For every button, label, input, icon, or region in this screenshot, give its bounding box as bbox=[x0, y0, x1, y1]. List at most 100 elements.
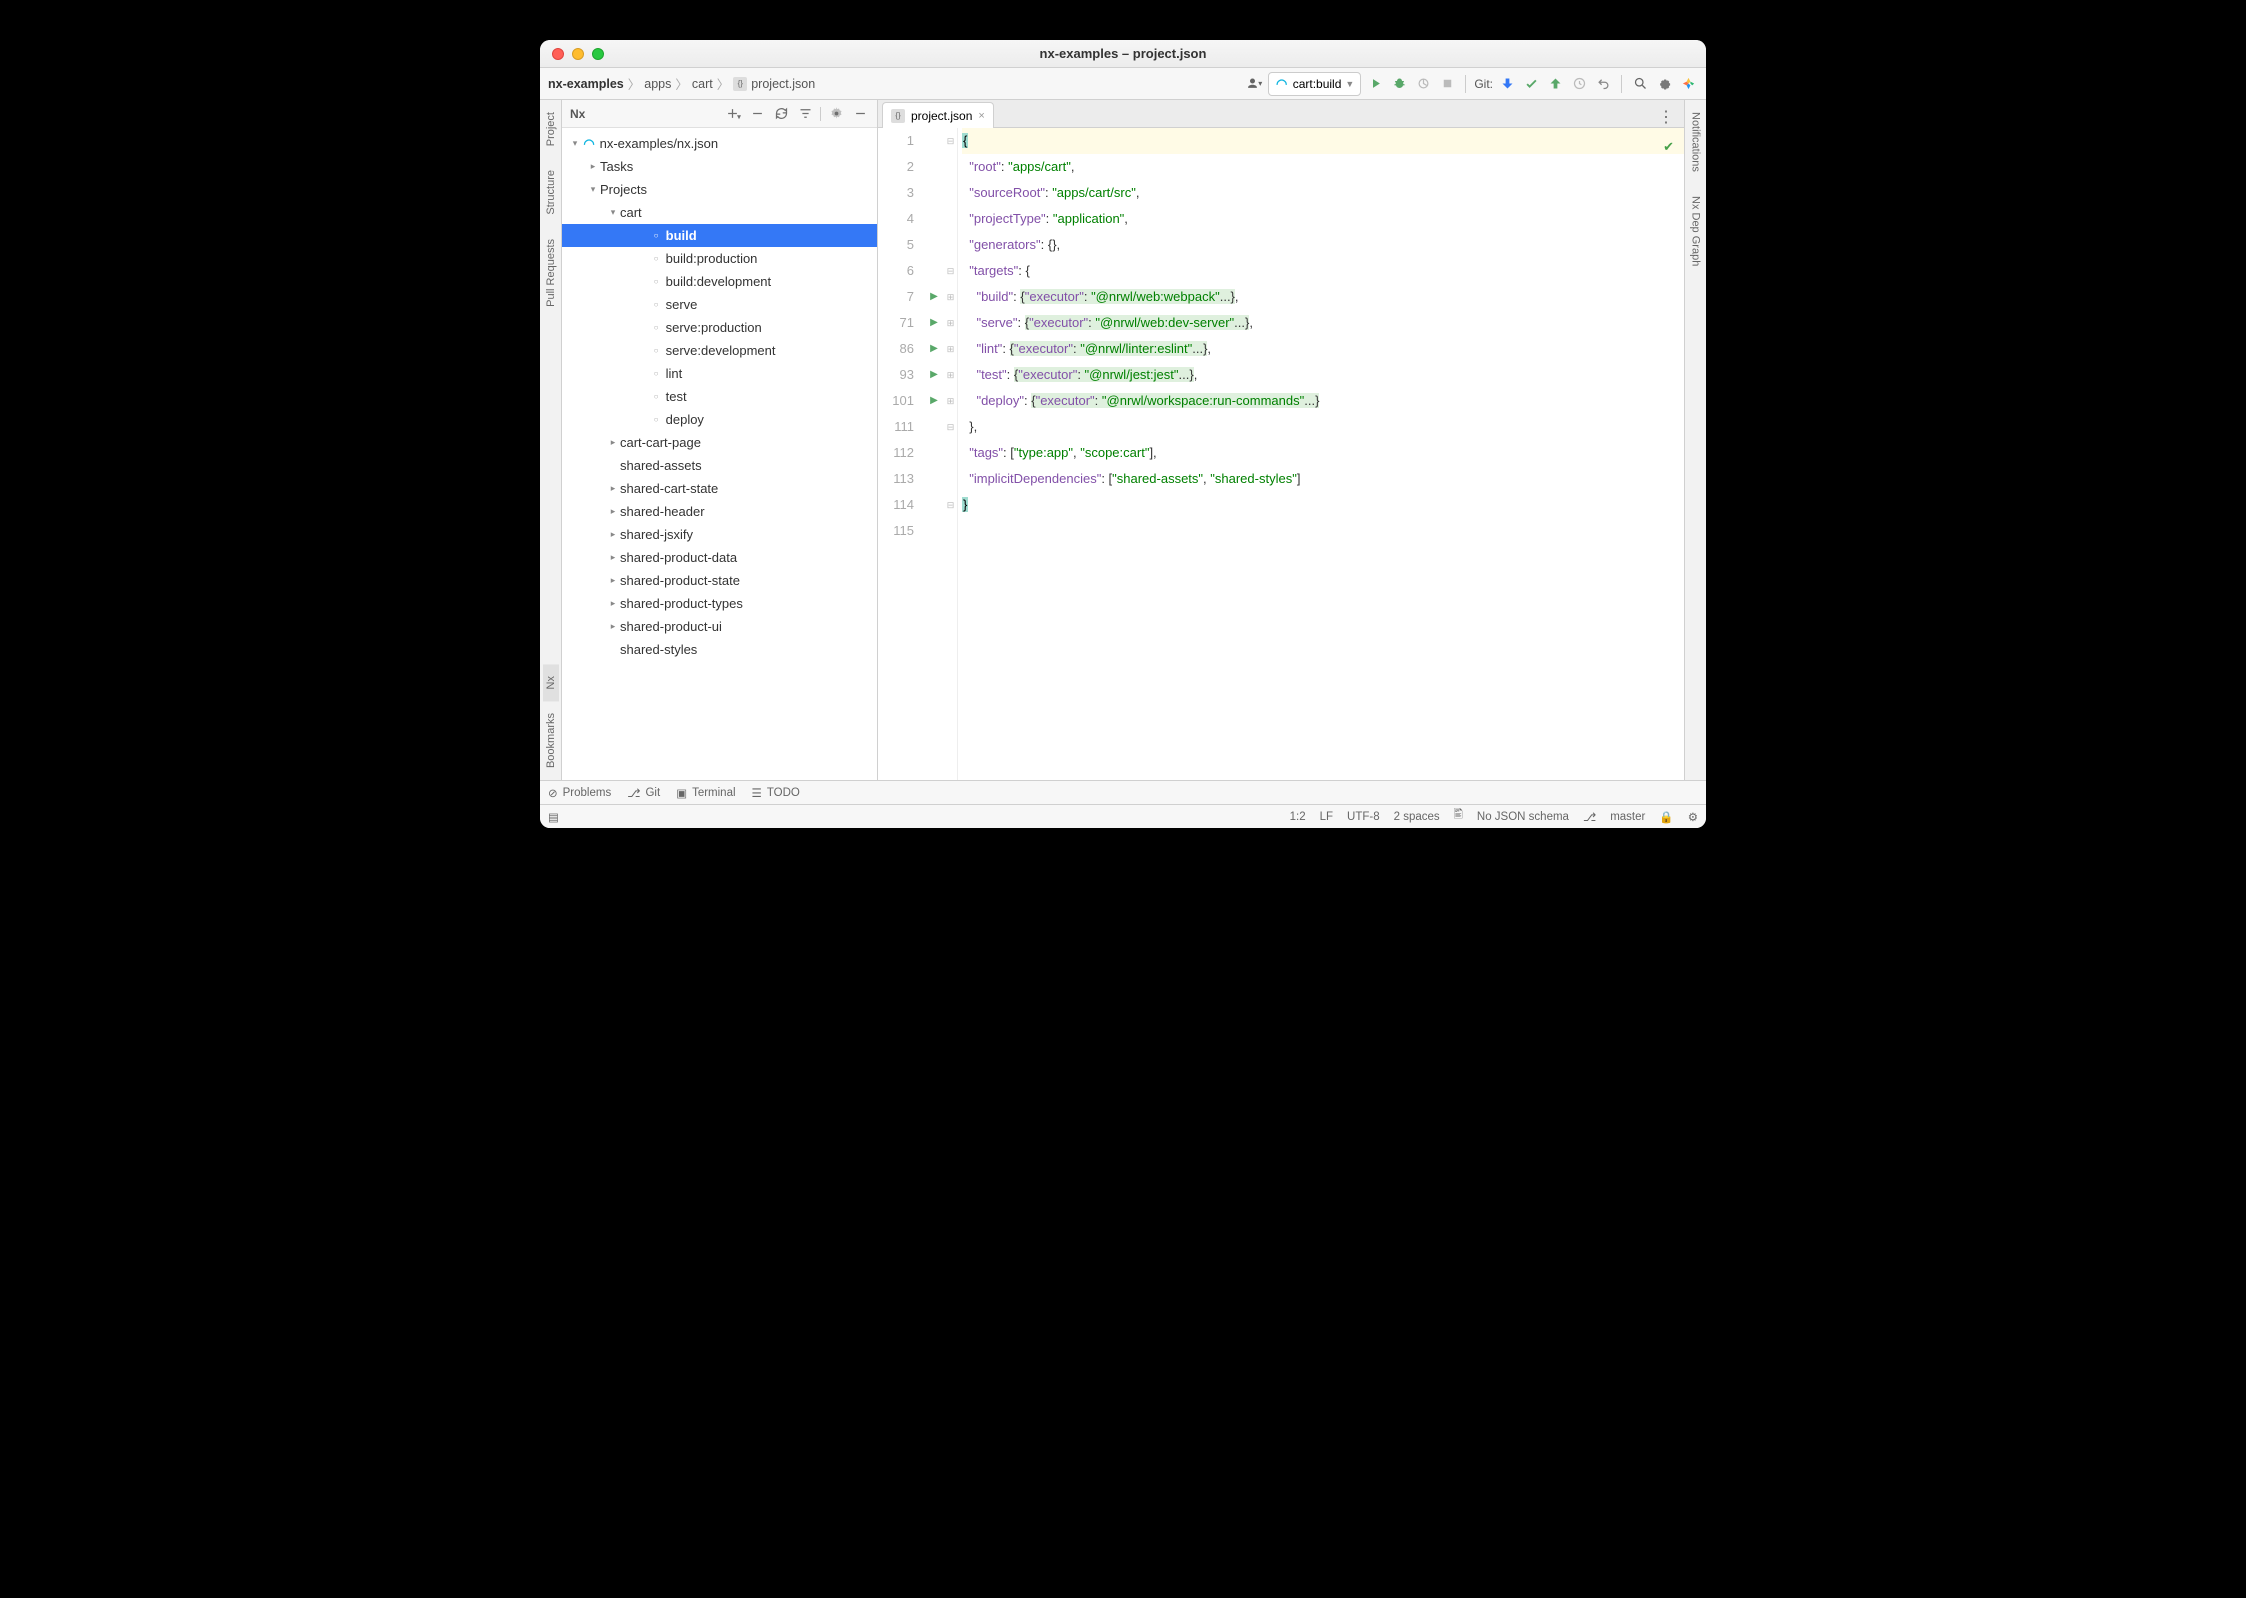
tree-target[interactable]: ○ test bbox=[562, 385, 877, 408]
run-gutter-icon[interactable]: ▶ bbox=[924, 336, 944, 362]
breadcrumb-root[interactable]: nx-examples bbox=[548, 77, 624, 91]
tree-target[interactable]: ○ build:production bbox=[562, 247, 877, 270]
status-indent[interactable]: 2 spaces bbox=[1394, 811, 1440, 823]
code-content[interactable]: { "root": "apps/cart", "sourceRoot": "ap… bbox=[958, 128, 1684, 780]
user-icon[interactable]: ▾ bbox=[1244, 74, 1264, 94]
status-line-sep[interactable]: LF bbox=[1320, 811, 1333, 823]
git-label: Git: bbox=[1474, 77, 1493, 91]
run-gutter-icon[interactable]: ▶ bbox=[924, 362, 944, 388]
minimize-tool-icon[interactable] bbox=[851, 105, 869, 123]
code-editor[interactable]: 1234567718693101111112113114115 ▶ ▶ ▶ ▶ … bbox=[878, 128, 1684, 780]
quick-list-icon[interactable]: ▤ bbox=[548, 810, 559, 824]
search-icon[interactable] bbox=[1630, 74, 1650, 94]
rail-tab-nx[interactable]: Nx bbox=[543, 664, 559, 701]
tree-target[interactable]: ○ serve bbox=[562, 293, 877, 316]
run-config-selector[interactable]: cart:build ▼ bbox=[1268, 72, 1362, 96]
tree-project[interactable]: ▸shared-product-types bbox=[562, 592, 877, 615]
run-gutter-icon[interactable]: ▶ bbox=[924, 284, 944, 310]
rollback-icon[interactable] bbox=[1593, 74, 1613, 94]
tab-label: project.json bbox=[911, 109, 972, 123]
filter-icon[interactable] bbox=[796, 105, 814, 123]
breadcrumb-item[interactable]: apps bbox=[644, 77, 671, 91]
status-branch[interactable]: master bbox=[1610, 811, 1645, 823]
tab-git[interactable]: ⎇Git bbox=[627, 786, 660, 800]
breadcrumb-file[interactable]: project.json bbox=[751, 77, 815, 91]
vcs-commit-icon[interactable] bbox=[1521, 74, 1541, 94]
tool-window-title: Nx bbox=[570, 107, 585, 121]
tree-tasks[interactable]: ▸Tasks bbox=[562, 155, 877, 178]
project-tree[interactable]: ▾ nx-examples/nx.json ▸Tasks ▾Projects ▾… bbox=[562, 128, 877, 780]
breadcrumb[interactable]: nx-examples 〉 apps 〉 cart 〉 project.json bbox=[548, 74, 815, 93]
tab-todo[interactable]: ☰TODO bbox=[752, 786, 800, 800]
vcs-push-icon[interactable] bbox=[1545, 74, 1565, 94]
sync-icon[interactable]: ⚙ bbox=[1688, 810, 1698, 824]
rail-tab-bookmarks[interactable]: Bookmarks bbox=[543, 701, 559, 780]
run-icon[interactable] bbox=[1365, 74, 1385, 94]
coverage-icon[interactable] bbox=[1413, 74, 1433, 94]
editor-area: project.json × ⋮ 12345677186931011111121… bbox=[878, 100, 1684, 780]
tree-target[interactable]: ○ deploy bbox=[562, 408, 877, 431]
run-gutter-icon[interactable]: ▶ bbox=[924, 388, 944, 414]
tab-more-icon[interactable]: ⋮ bbox=[1648, 107, 1684, 127]
gutter-run-icons: ▶ ▶ ▶ ▶ ▶ bbox=[924, 128, 944, 780]
tree-target[interactable]: ○ lint bbox=[562, 362, 877, 385]
tree-target[interactable]: ○ serve:production bbox=[562, 316, 877, 339]
json-file-icon bbox=[733, 77, 747, 91]
gutter-line-numbers: 1234567718693101111112113114115 bbox=[878, 128, 924, 780]
left-tool-rail: Project Structure Pull Requests Nx Bookm… bbox=[540, 100, 562, 780]
ide-window: nx-examples – project.json nx-examples 〉… bbox=[540, 40, 1706, 828]
navbar: nx-examples 〉 apps 〉 cart 〉 project.json… bbox=[540, 68, 1706, 100]
right-tool-rail: Notifications Nx Dep Graph bbox=[1684, 100, 1706, 780]
tree-target[interactable]: ○ serve:development bbox=[562, 339, 877, 362]
main-area: Project Structure Pull Requests Nx Bookm… bbox=[540, 100, 1706, 780]
settings-icon[interactable] bbox=[1654, 74, 1674, 94]
status-encoding[interactable]: UTF-8 bbox=[1347, 811, 1380, 823]
rail-tab-nx-dep-graph[interactable]: Nx Dep Graph bbox=[1688, 184, 1704, 278]
rail-tab-project[interactable]: Project bbox=[543, 100, 559, 158]
tree-project[interactable]: ▸shared-cart-state bbox=[562, 477, 877, 500]
breadcrumb-item[interactable]: cart bbox=[692, 77, 713, 91]
tree-root[interactable]: ▾ nx-examples/nx.json bbox=[562, 132, 877, 155]
remove-icon[interactable] bbox=[748, 105, 766, 123]
rail-tab-notifications[interactable]: Notifications bbox=[1688, 100, 1704, 184]
refresh-icon[interactable] bbox=[772, 105, 790, 123]
status-schema[interactable]: No JSON schema bbox=[1477, 811, 1569, 823]
nx-icon bbox=[1275, 77, 1289, 91]
history-icon[interactable] bbox=[1569, 74, 1589, 94]
fold-strip[interactable]: ⊟⊟ ⊞⊞⊞⊞⊞ ⊟⊟ bbox=[944, 128, 958, 780]
add-icon[interactable]: ▾ bbox=[724, 105, 742, 123]
tree-project[interactable]: ▸shared-product-state bbox=[562, 569, 877, 592]
json-file-icon bbox=[891, 109, 905, 123]
nx-tool-window: Nx ▾ ▾ nx-examples/nx.json ▸Tasks ▾Proje… bbox=[562, 100, 878, 780]
run-gutter-icon[interactable]: ▶ bbox=[924, 310, 944, 336]
lock-icon[interactable]: 🔒 bbox=[1659, 810, 1673, 824]
vcs-update-icon[interactable] bbox=[1497, 74, 1517, 94]
ide-logo-icon[interactable] bbox=[1678, 74, 1698, 94]
editor-tab[interactable]: project.json × bbox=[882, 102, 994, 128]
rail-tab-pull-requests[interactable]: Pull Requests bbox=[543, 227, 559, 319]
rail-tab-structure[interactable]: Structure bbox=[543, 158, 559, 227]
tree-project[interactable]: shared-assets bbox=[562, 454, 877, 477]
tree-project[interactable]: ▸shared-product-data bbox=[562, 546, 877, 569]
nx-icon bbox=[582, 137, 596, 151]
tree-project[interactable]: ▸shared-header bbox=[562, 500, 877, 523]
debug-icon[interactable] bbox=[1389, 74, 1409, 94]
tab-problems[interactable]: ⊘Problems bbox=[548, 786, 611, 800]
inspection-ok-icon[interactable]: ✔ bbox=[1663, 134, 1674, 160]
tab-terminal[interactable]: ▣Terminal bbox=[676, 786, 735, 800]
tree-target-build[interactable]: ○ build bbox=[562, 224, 877, 247]
close-tab-icon[interactable]: × bbox=[978, 110, 984, 122]
tree-project[interactable]: shared-styles bbox=[562, 638, 877, 661]
branch-icon: ⎇ bbox=[1583, 810, 1596, 824]
tree-target[interactable]: ○ build:development bbox=[562, 270, 877, 293]
tree-projects[interactable]: ▾Projects bbox=[562, 178, 877, 201]
tool-window-header: Nx ▾ bbox=[562, 100, 877, 128]
tree-cart[interactable]: ▾cart bbox=[562, 201, 877, 224]
tree-project[interactable]: ▸shared-product-ui bbox=[562, 615, 877, 638]
status-caret-pos[interactable]: 1:2 bbox=[1290, 811, 1306, 823]
tree-project[interactable]: ▸shared-jsxify bbox=[562, 523, 877, 546]
tree-project[interactable]: ▸cart-cart-page bbox=[562, 431, 877, 454]
gear-icon[interactable] bbox=[827, 105, 845, 123]
stop-icon[interactable] bbox=[1437, 74, 1457, 94]
editor-tabbar: project.json × ⋮ bbox=[878, 100, 1684, 128]
